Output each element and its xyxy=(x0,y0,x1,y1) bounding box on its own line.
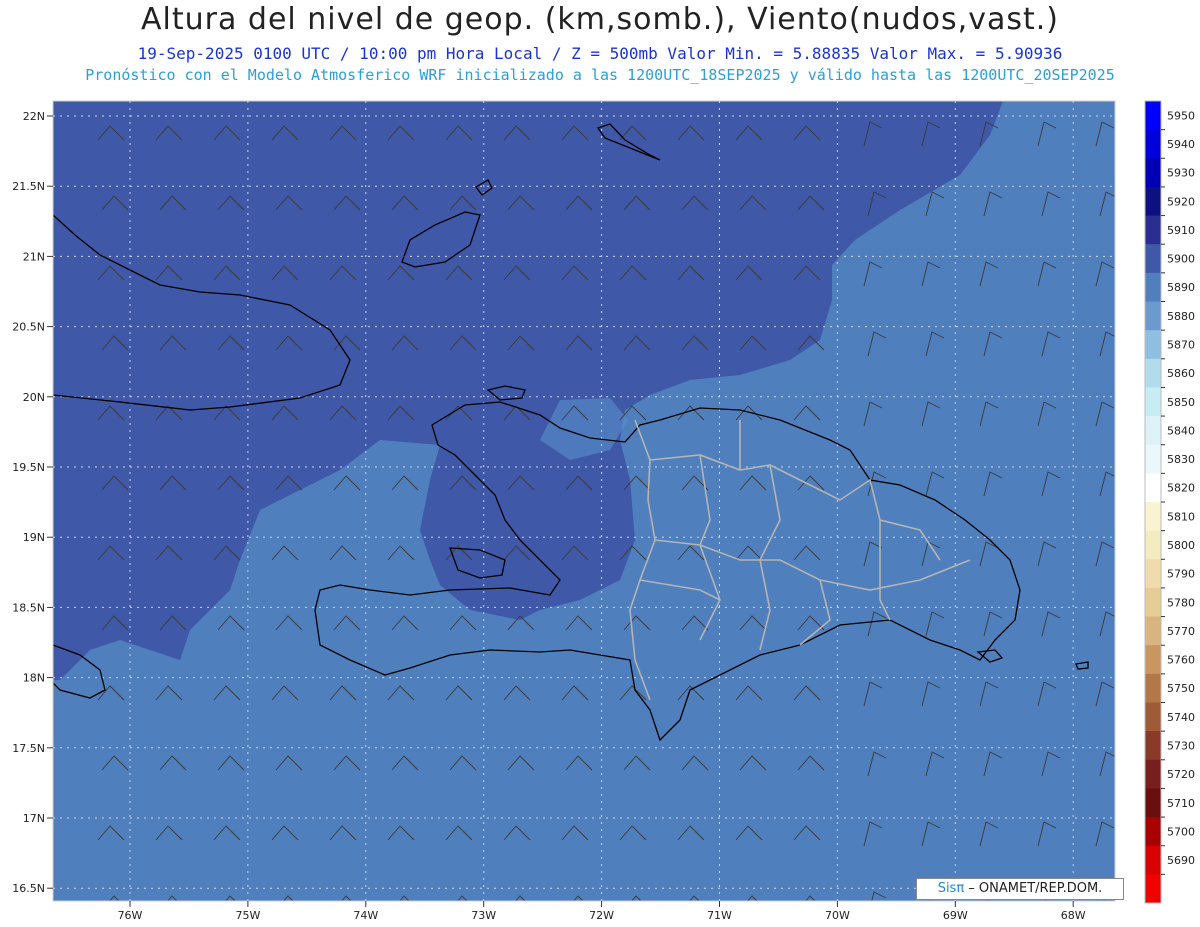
lon-label: 76W xyxy=(118,909,143,922)
colorbar-label: 5810 xyxy=(1167,510,1195,523)
colorbar-swatch xyxy=(1145,759,1161,789)
colorbar-label: 5780 xyxy=(1167,596,1195,609)
colorbar-label: 5840 xyxy=(1167,424,1195,437)
colorbar-label: 5770 xyxy=(1167,625,1195,638)
colorbar-swatch xyxy=(1145,358,1161,388)
colorbar-swatch xyxy=(1145,559,1161,589)
latitude-labels: 22N 21.5N 21N 20.5N 20N 19.5N 19N 18.5N 18N 17.5N… xyxy=(12,110,53,895)
longitude-labels: 76W 75W 74W 73W 72W 71W 70W 69W 68W xyxy=(118,901,1086,922)
colorbar-swatch xyxy=(1145,502,1161,532)
colorbar-swatch xyxy=(1145,731,1161,761)
lon-label: 68W xyxy=(1061,909,1086,922)
colorbar: 5950 5940 5930 5920 5910 5900 5890 5880 5870 5860… xyxy=(1144,100,1195,904)
colorbar-label: 5720 xyxy=(1167,768,1195,781)
lon-label: 71W xyxy=(707,909,732,922)
colorbar-label: 5930 xyxy=(1167,167,1195,180)
lat-label: 22N xyxy=(23,110,45,123)
colorbar-label: 5830 xyxy=(1167,453,1195,466)
colorbar-swatch xyxy=(1145,416,1161,446)
colorbar-swatch xyxy=(1145,186,1161,217)
credit-brand: Sisπ xyxy=(937,881,965,896)
colorbar-swatch xyxy=(1145,845,1161,875)
lat-label: 18N xyxy=(23,672,45,685)
lat-label: 20N xyxy=(23,391,45,404)
lon-label: 70W xyxy=(825,909,850,922)
colorbar-label: 5890 xyxy=(1167,281,1195,294)
colorbar-swatch xyxy=(1145,616,1161,646)
colorbar-label: 5750 xyxy=(1167,682,1195,695)
colorbar-swatch xyxy=(1145,444,1161,474)
credit-text: – ONAMET/REP.DOM. xyxy=(964,881,1103,896)
credit-box: Sisπ – ONAMET/REP.DOM. xyxy=(916,878,1124,900)
lat-label: 21N xyxy=(23,250,45,263)
colorbar-label: 5710 xyxy=(1167,797,1195,810)
lon-label: 69W xyxy=(943,909,968,922)
colorbar-label: 5880 xyxy=(1167,310,1195,323)
colorbar-swatch xyxy=(1145,387,1161,417)
colorbar-label: 5790 xyxy=(1167,568,1195,581)
colorbar-label: 5730 xyxy=(1167,739,1195,752)
colorbar-swatch xyxy=(1145,817,1161,847)
colorbar-swatch xyxy=(1145,101,1161,131)
lon-label: 72W xyxy=(589,909,614,922)
colorbar-swatch xyxy=(1145,301,1161,331)
colorbar-swatch xyxy=(1145,244,1161,274)
colorbar-swatch xyxy=(1145,330,1161,360)
colorbar-swatch xyxy=(1145,788,1161,818)
lat-label: 16.5N xyxy=(12,882,45,895)
colorbar-label: 5740 xyxy=(1167,711,1195,724)
lat-label: 21.5N xyxy=(12,180,45,193)
colorbar-swatch xyxy=(1145,473,1161,503)
colorbar-swatch xyxy=(1145,673,1161,703)
lat-label: 17N xyxy=(23,812,45,825)
weather-map: 22N 21.5N 21N 20.5N 20N 19.5N 19N 18.5N 18N 17.5N… xyxy=(12,100,1195,922)
colorbar-label: 5950 xyxy=(1167,109,1195,122)
colorbar-swatch xyxy=(1145,158,1161,188)
colorbar-swatch xyxy=(1145,645,1161,675)
colorbar-swatch xyxy=(1145,530,1161,560)
lon-label: 75W xyxy=(235,909,260,922)
colorbar-label: 5940 xyxy=(1167,138,1195,151)
lon-label: 74W xyxy=(353,909,378,922)
colorbar-label: 5920 xyxy=(1167,195,1195,208)
colorbar-label: 5760 xyxy=(1167,654,1195,667)
lat-label: 17.5N xyxy=(12,742,45,755)
lat-label: 18.5N xyxy=(12,601,45,614)
colorbar-label: 5900 xyxy=(1167,253,1195,266)
lat-label: 20.5N xyxy=(12,321,45,334)
colorbar-label: 5910 xyxy=(1167,224,1195,237)
colorbar-label: 5850 xyxy=(1167,396,1195,409)
colorbar-swatch xyxy=(1145,702,1161,732)
colorbar-label: 5860 xyxy=(1167,367,1195,380)
map-field xyxy=(53,101,1115,901)
colorbar-swatch xyxy=(1145,215,1161,245)
colorbar-label: 5690 xyxy=(1167,854,1195,867)
lat-label: 19N xyxy=(23,531,45,544)
colorbar-swatch xyxy=(1145,272,1161,302)
colorbar-swatch xyxy=(1145,587,1161,618)
lat-label: 19.5N xyxy=(12,461,45,474)
colorbar-swatch xyxy=(1145,129,1161,159)
colorbar-swatch xyxy=(1145,874,1161,904)
colorbar-label: 5800 xyxy=(1167,539,1195,552)
lon-label: 73W xyxy=(471,909,496,922)
colorbar-label: 5700 xyxy=(1167,825,1195,838)
colorbar-label: 5870 xyxy=(1167,338,1195,351)
colorbar-label: 5820 xyxy=(1167,482,1195,495)
